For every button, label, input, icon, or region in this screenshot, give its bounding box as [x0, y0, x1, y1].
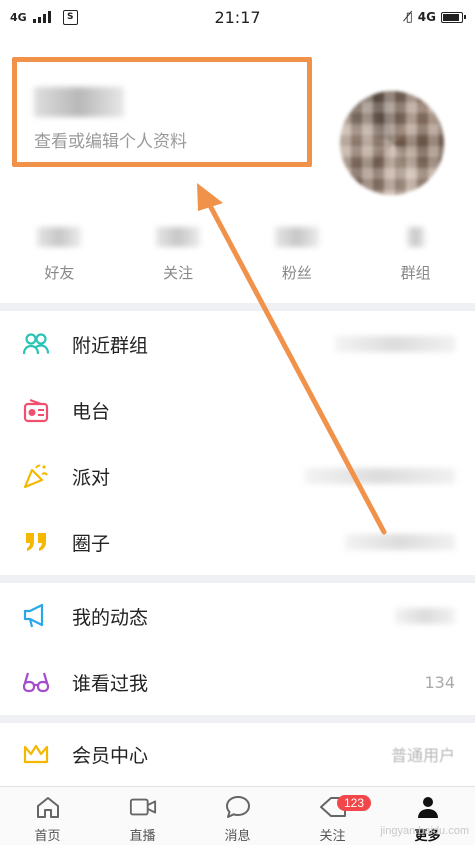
menu-value-redaction — [345, 534, 455, 550]
menu-value-redaction — [395, 608, 455, 624]
menu-item-nearby-groups[interactable]: 附近群组 — [0, 311, 475, 377]
section-divider — [0, 303, 475, 311]
megaphone-icon — [22, 602, 50, 630]
menu-label: 会员中心 — [72, 744, 149, 767]
membership-status: 普通用户 — [390, 746, 455, 765]
bottom-nav: 首页 直播 消息 123 关注 更多 jingyan.baidu.com — [0, 786, 475, 845]
menu-label: 电台 — [72, 400, 111, 423]
stat-value-redaction — [156, 227, 201, 247]
menu-item-radio[interactable]: 电台 — [0, 377, 475, 443]
nav-item-home[interactable]: 首页 — [0, 787, 95, 845]
people-icon — [22, 330, 50, 358]
nav-label: 消息 — [224, 829, 251, 844]
status-bar: 4G S 21:17 ▯̸ 4G — [0, 0, 475, 34]
nav-label: 直播 — [129, 829, 156, 844]
stat-fans[interactable]: 粉丝 — [238, 222, 357, 292]
menu-item-circle[interactable]: 圈子 — [0, 509, 475, 575]
video-icon — [129, 793, 157, 821]
stat-following[interactable]: 关注 — [119, 222, 238, 292]
network-type-right: 4G — [417, 10, 436, 24]
stat-friends[interactable]: 好友 — [0, 222, 119, 292]
watermark: jingyan.baidu.com — [380, 825, 469, 837]
user-icon — [414, 793, 442, 821]
menu-group-vip: 会员中心 普通用户 — [0, 721, 475, 787]
glasses-icon — [22, 668, 50, 696]
stat-label: 粉丝 — [281, 264, 312, 282]
menu-group-self: 我的动态 谁看过我 134 — [0, 583, 475, 715]
menu-value-redaction — [335, 336, 455, 352]
nav-item-messages[interactable]: 消息 — [190, 787, 285, 845]
avatar[interactable] — [340, 91, 444, 195]
nav-label: 关注 — [319, 829, 346, 844]
radio-icon — [22, 396, 50, 424]
signal-icon — [32, 11, 51, 23]
network-type-left: 4G — [10, 10, 27, 24]
vibrate-icon: ▯̸ — [405, 9, 413, 25]
menu-item-visitors[interactable]: 谁看过我 134 — [0, 649, 475, 715]
home-icon — [34, 793, 62, 821]
menu-item-vip-center[interactable]: 会员中心 普通用户 — [0, 721, 475, 787]
menu-label: 附近群组 — [72, 334, 149, 357]
quote-icon — [22, 528, 50, 556]
stat-label: 群组 — [400, 264, 431, 282]
crown-icon — [22, 740, 50, 768]
stat-value-redaction — [274, 227, 319, 247]
menu-item-party[interactable]: 派对 — [0, 443, 475, 509]
battery-icon — [441, 11, 466, 23]
stats-row: 好友 关注 粉丝 群组 — [0, 222, 475, 292]
stat-label: 好友 — [44, 264, 75, 282]
nav-item-live[interactable]: 直播 — [95, 787, 190, 845]
stat-value-redaction — [406, 227, 425, 247]
menu-item-my-moments[interactable]: 我的动态 — [0, 583, 475, 649]
menu-label: 派对 — [72, 466, 111, 489]
menu-group-discover: 附近群组 电台 派对 圈子 — [0, 311, 475, 575]
menu-label: 谁看过我 — [72, 672, 149, 695]
visitor-count: 134 — [424, 672, 455, 692]
highlight-box — [12, 57, 312, 167]
stat-groups[interactable]: 群组 — [356, 222, 475, 292]
menu-label: 圈子 — [72, 532, 111, 555]
section-divider — [0, 575, 475, 583]
stat-label: 关注 — [163, 264, 194, 282]
notification-badge: 123 — [337, 795, 372, 811]
chat-icon — [224, 793, 252, 821]
menu-value-redaction — [305, 468, 455, 484]
stat-value-redaction — [37, 227, 82, 247]
nav-item-follow[interactable]: 123 关注 — [285, 787, 380, 845]
party-icon — [22, 462, 50, 490]
nav-label: 首页 — [34, 829, 61, 844]
sim-badge-icon: S — [62, 9, 78, 25]
menu-label: 我的动态 — [72, 606, 149, 629]
